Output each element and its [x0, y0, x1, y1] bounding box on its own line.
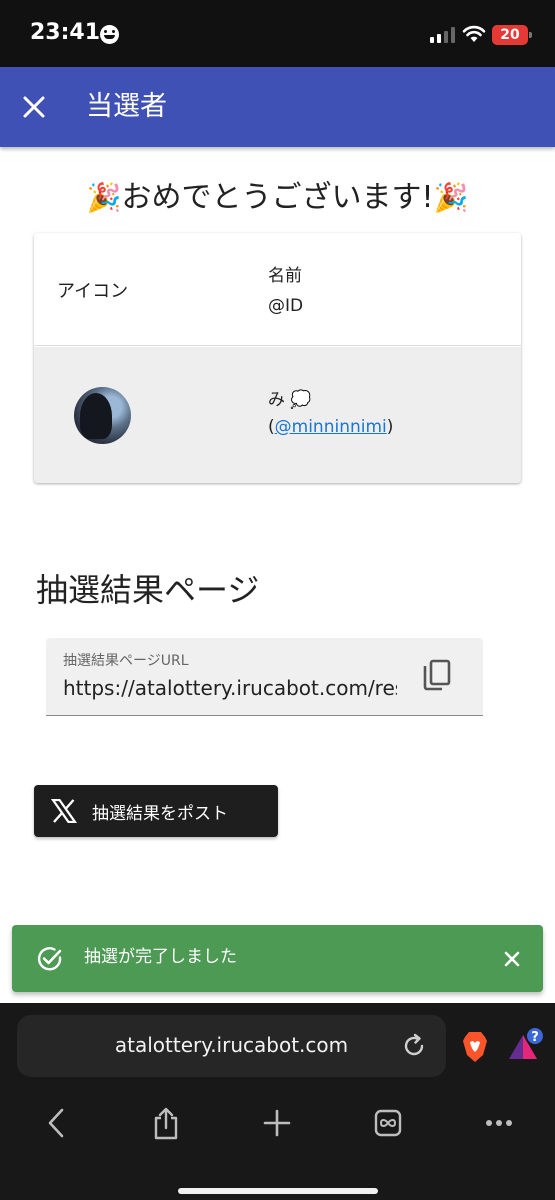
close-icon [504, 951, 520, 967]
more-icon [486, 1120, 512, 1126]
reload-icon[interactable] [400, 1032, 428, 1060]
snackbar-message: 抽選が完了しました [84, 947, 237, 967]
status-bar: 23:41 20 [0, 0, 555, 67]
cellular-signal-icon [430, 27, 456, 43]
brave-rewards-icon[interactable]: ? [505, 1025, 545, 1065]
congrats-text: おめでとうございます! [121, 180, 434, 215]
address-bar[interactable]: atalottery.irucabot.com [17, 1015, 446, 1077]
share-button[interactable] [146, 1103, 186, 1143]
new-tab-button[interactable] [257, 1103, 297, 1143]
winners-table: アイコン 名前 @ID み 💭 (@minninnimi) [34, 233, 521, 483]
close-button[interactable] [14, 87, 54, 127]
winner-id-link[interactable]: @minninnimi [275, 417, 387, 437]
back-button[interactable] [36, 1103, 76, 1143]
close-icon [23, 96, 45, 118]
brave-shields-icon[interactable] [461, 1031, 489, 1063]
home-indicator [178, 1188, 378, 1194]
share-icon [154, 1107, 178, 1140]
wifi-icon [462, 25, 486, 42]
winner-id: (@minninnimi) [268, 417, 394, 437]
check-circle-icon [37, 947, 62, 971]
result-url-label: 抽選結果ページURL [63, 653, 189, 669]
bottom-toolbar [0, 1103, 555, 1143]
tabs-icon [374, 1109, 402, 1137]
table-row: み 💭 (@minninnimi) [34, 347, 521, 483]
status-time: 23:41 [30, 20, 101, 45]
party-popper-icon: 🎉 [86, 181, 122, 214]
page-title: 当選者 [86, 91, 167, 122]
browser-toolbar: atalottery.irucabot.com ? [0, 1003, 555, 1200]
avatar [74, 387, 131, 444]
column-header-icon: アイコン [57, 281, 129, 302]
copy-button[interactable] [417, 656, 457, 696]
column-header-id: @ID [268, 296, 304, 316]
address-url[interactable]: atalottery.irucabot.com [17, 1033, 446, 1057]
success-snackbar: 抽選が完了しました [12, 925, 543, 992]
plus-icon [263, 1109, 291, 1137]
post-result-label: 抽選結果をポスト [92, 803, 228, 824]
battery-indicator: 20 [492, 25, 532, 45]
copy-icon [423, 659, 451, 691]
post-result-button[interactable]: 抽選結果をポスト [34, 785, 278, 837]
chevron-left-icon [48, 1108, 64, 1138]
snackbar-close-button[interactable] [498, 945, 526, 973]
result-url-field[interactable]: 抽選結果ページURL https://atalottery.irucabot.c… [46, 638, 483, 716]
congrats-heading: 🎉おめでとうございます!🎉 [0, 178, 555, 218]
result-page-heading: 抽選結果ページ [36, 571, 260, 609]
winner-name: み 💭 [268, 390, 312, 410]
x-logo-icon [51, 799, 77, 823]
column-header-name: 名前 [268, 266, 302, 286]
party-popper-icon: 🎉 [433, 181, 469, 214]
focus-mode-icon [100, 25, 119, 44]
tabs-button[interactable] [368, 1103, 408, 1143]
more-button[interactable] [479, 1103, 519, 1143]
result-url-input[interactable]: https://atalottery.irucabot.com/result [63, 676, 397, 700]
app-bar: 当選者 [0, 67, 555, 147]
rewards-badge: ? [531, 1030, 539, 1045]
table-header-row: アイコン 名前 @ID [34, 233, 521, 346]
